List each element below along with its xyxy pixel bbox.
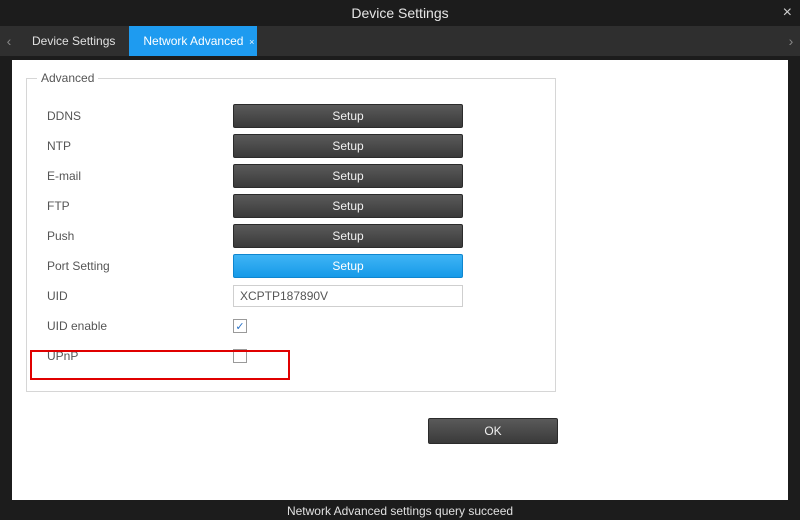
setting-row: DDNSSetup — [43, 101, 539, 131]
setting-label: DDNS — [43, 109, 233, 123]
setup-button[interactable]: Setup — [233, 194, 463, 218]
close-icon[interactable]: × — [783, 0, 792, 26]
titlebar: Device Settings × — [0, 0, 800, 26]
setup-button[interactable]: Setup — [233, 104, 463, 128]
uid-input[interactable] — [233, 285, 463, 307]
tabs-prev-icon[interactable]: ‹ — [0, 26, 18, 56]
status-bar: Network Advanced settings query succeed — [0, 502, 800, 520]
setting-row: UID enable✓ — [43, 311, 539, 341]
checkbox[interactable]: ✓ — [233, 319, 247, 333]
setting-label: FTP — [43, 199, 233, 213]
tab-device-settings[interactable]: Device Settings — [18, 26, 129, 56]
setting-row: Port SettingSetup — [43, 251, 539, 281]
setup-button[interactable]: Setup — [233, 134, 463, 158]
ok-button-label: OK — [484, 424, 501, 438]
setting-row: UPnP — [43, 341, 539, 371]
setting-row: PushSetup — [43, 221, 539, 251]
setting-row: E-mailSetup — [43, 161, 539, 191]
setting-label: Port Setting — [43, 259, 233, 273]
status-text: Network Advanced settings query succeed — [287, 504, 513, 518]
tab-label: Network Advanced — [143, 34, 243, 48]
setting-label: UPnP — [43, 349, 233, 363]
tab-network-advanced[interactable]: Network Advanced × — [129, 26, 257, 56]
setting-label: UID — [43, 289, 233, 303]
setup-button[interactable]: Setup — [233, 224, 463, 248]
setting-row: UID — [43, 281, 539, 311]
window-title: Device Settings — [351, 5, 448, 21]
ok-button[interactable]: OK — [428, 418, 558, 444]
tab-strip: ‹ Device Settings Network Advanced × › — [0, 26, 800, 56]
tab-label: Device Settings — [32, 34, 115, 48]
setup-button[interactable]: Setup — [233, 254, 463, 278]
fieldset-legend: Advanced — [37, 71, 98, 85]
setting-row: NTPSetup — [43, 131, 539, 161]
setting-row: FTPSetup — [43, 191, 539, 221]
setup-button[interactable]: Setup — [233, 164, 463, 188]
checkbox[interactable] — [233, 349, 247, 363]
tab-close-icon[interactable]: × — [249, 27, 254, 57]
setting-label: E-mail — [43, 169, 233, 183]
advanced-fieldset: Advanced DDNSSetupNTPSetupE-mailSetupFTP… — [26, 78, 556, 392]
setting-label: UID enable — [43, 319, 233, 333]
setting-label: Push — [43, 229, 233, 243]
setting-label: NTP — [43, 139, 233, 153]
tabs-next-icon[interactable]: › — [782, 26, 800, 56]
content-area: Advanced DDNSSetupNTPSetupE-mailSetupFTP… — [12, 60, 788, 500]
